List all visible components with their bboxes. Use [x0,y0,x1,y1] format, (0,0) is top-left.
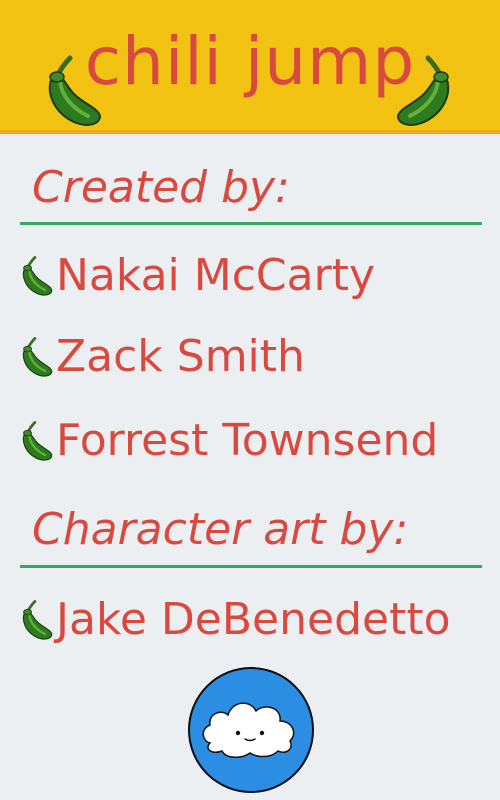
creator-name: Forrest Townsend [56,415,439,466]
title-header: chili jump [0,0,500,134]
cloud-character-icon [202,702,295,758]
section-divider [20,222,482,225]
jalapeno-pepper-icon [22,256,54,297]
creator-item: Zack Smith [18,327,305,387]
jalapeno-pepper-icon [392,48,472,128]
artist-name: Jake DeBenedetto [56,594,451,645]
artist-item: Jake DeBenedetto [18,590,451,650]
section-divider [20,565,482,568]
creator-item: Nakai McCarty [18,246,375,306]
created-by-heading: Created by: [32,162,290,213]
jalapeno-pepper-icon [22,337,54,378]
creator-name: Zack Smith [56,331,305,382]
creator-name: Nakai McCarty [56,250,375,301]
avatar [188,667,314,793]
jalapeno-pepper-icon [22,421,54,462]
creator-item: Forrest Townsend [18,411,438,471]
jalapeno-pepper-icon [22,600,54,641]
character-art-heading: Character art by: [32,504,409,555]
